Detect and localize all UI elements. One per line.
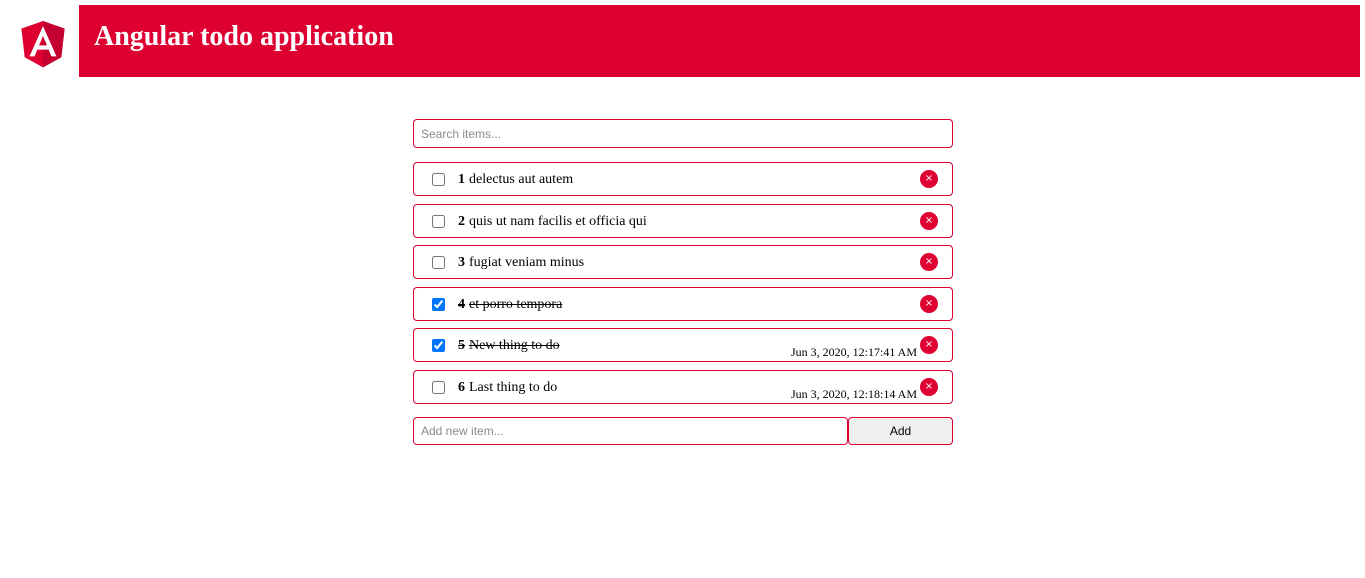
todo-title: delectus aut autem [469, 172, 574, 187]
todo-id: 3 [458, 255, 465, 270]
todo-text: 5 New thing to do [458, 337, 560, 354]
app-header: Angular todo application [79, 5, 1360, 77]
todo-title: New thing to do [469, 338, 560, 353]
todo-text: 4 et porro tempora [458, 296, 562, 313]
close-icon[interactable]: × [920, 378, 938, 396]
close-icon[interactable]: × [920, 336, 938, 354]
todo-text: 6 Last thing to do [458, 379, 557, 396]
todo-panel: 1 delectus aut autem × 2 quis ut nam facilis… [413, 119, 953, 445]
page-title: Angular todo application [94, 21, 394, 52]
todo-checkbox[interactable] [432, 381, 445, 394]
todo-checkbox[interactable] [432, 339, 445, 352]
todo-item: 6 Last thing to do Jun 3, 2020, 12:18:14 A… [413, 370, 953, 404]
todo-text: 2 quis ut nam facilis et officia qui [458, 213, 647, 230]
todo-item: 1 delectus aut autem × [413, 162, 953, 196]
todo-checkbox[interactable] [432, 256, 445, 269]
todo-checkbox[interactable] [432, 215, 445, 228]
todo-checkbox[interactable] [432, 173, 445, 186]
add-button[interactable]: Add [848, 417, 953, 445]
todo-item: 3 fugiat veniam minus × [413, 245, 953, 279]
todo-title: quis ut nam facilis et officia qui [469, 214, 647, 229]
search-input[interactable] [413, 119, 953, 148]
close-icon[interactable]: × [920, 295, 938, 313]
todo-date: Jun 3, 2020, 12:17:41 AM [790, 345, 917, 359]
todo-item: 4 et porro tempora × [413, 287, 953, 321]
todo-date: Jun 3, 2020, 12:18:14 AM [790, 387, 917, 401]
close-icon[interactable]: × [920, 212, 938, 230]
todo-item: 5 New thing to do Jun 3, 2020, 12:17:41 AM… [413, 328, 953, 362]
todo-title: Last thing to do [469, 380, 558, 395]
close-icon[interactable]: × [920, 253, 938, 271]
todo-item: 2 quis ut nam facilis et officia qui × [413, 204, 953, 238]
todo-id: 5 [458, 338, 465, 353]
add-item-row: Add [413, 417, 953, 445]
close-icon[interactable]: × [920, 170, 938, 188]
todo-title: fugiat veniam minus [469, 255, 585, 270]
new-item-input[interactable] [413, 417, 848, 445]
todo-text: 3 fugiat veniam minus [458, 254, 584, 271]
todo-id: 6 [458, 380, 465, 395]
todo-title: et porro tempora [469, 297, 563, 312]
todo-id: 4 [458, 297, 465, 312]
todo-id: 1 [458, 172, 465, 187]
angular-logo-icon [21, 20, 65, 68]
todo-checkbox[interactable] [432, 298, 445, 311]
todo-text: 1 delectus aut autem [458, 171, 573, 188]
todo-id: 2 [458, 214, 465, 229]
